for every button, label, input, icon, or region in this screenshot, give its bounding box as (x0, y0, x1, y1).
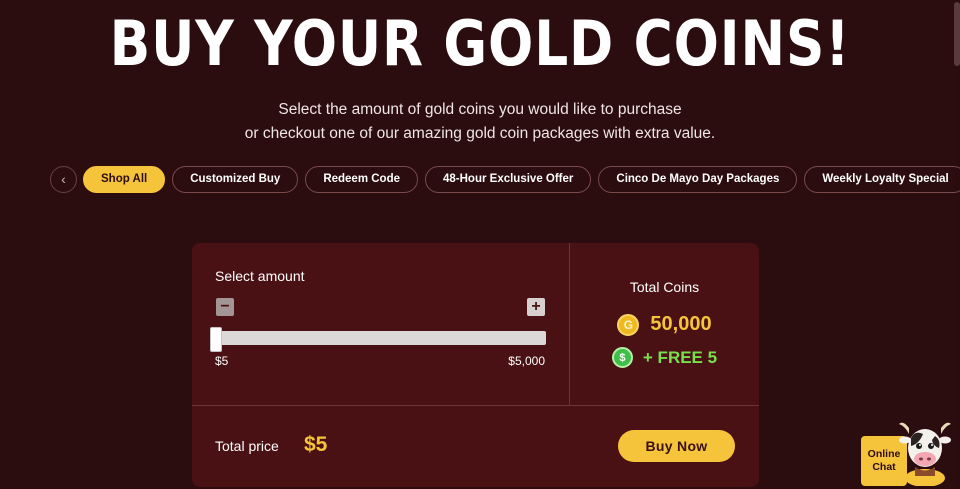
page-subtitle: Select the amount of gold coins you woul… (0, 98, 960, 146)
total-coins-value: 50,000 (650, 313, 712, 335)
tab-48-hour-exclusive-offer[interactable]: 48-Hour Exclusive Offer (425, 165, 592, 193)
buy-now-button[interactable]: Buy Now (618, 430, 735, 462)
decrease-amount-button[interactable]: − (216, 298, 234, 316)
total-coins-title: Total Coins (629, 279, 700, 295)
subtitle-line-2: or checkout one of our amazing gold coin… (244, 125, 716, 142)
card-divider-horizontal (192, 405, 759, 406)
slider-min-label: $5 (215, 354, 229, 368)
page-title: BUY YOUR GOLD COINS! (109, 7, 851, 80)
package-tabs: ‹ Shop All Customized Buy Redeem Code 48… (50, 165, 960, 193)
free-bonus-row: $ + FREE 5 (570, 347, 759, 368)
subtitle-line-1: Select the amount of gold coins you woul… (278, 101, 682, 118)
amount-slider-track[interactable] (216, 331, 546, 345)
page-scrollbar[interactable] (954, 0, 960, 489)
increase-amount-button[interactable]: + (527, 298, 545, 316)
chevron-left-icon: ‹ (61, 171, 66, 187)
gold-coin-icon: G (617, 313, 640, 336)
free-bonus-value: + FREE 5 (642, 347, 718, 367)
plus-icon: + (531, 298, 541, 315)
total-price-value: $5 (304, 433, 328, 456)
chat-label-line-2: Chat (872, 461, 896, 473)
tab-cinco-de-mayo-packages[interactable]: Cinco De Mayo Day Packages (598, 165, 798, 193)
total-price-label: Total price (215, 438, 279, 454)
tab-shop-all[interactable]: Shop All (83, 165, 166, 193)
select-amount-label: Select amount (215, 268, 305, 284)
online-chat-widget[interactable]: Online Chat (861, 418, 957, 486)
amount-slider-handle[interactable] (210, 327, 222, 352)
sweeps-cash-icon: $ (611, 347, 633, 368)
purchase-card: Select amount − + $5 $5,000 Total Coins … (192, 243, 759, 487)
cow-mascot-icon (899, 422, 951, 486)
total-coins-row: G 50,000 (570, 313, 759, 336)
slider-max-label: $5,000 (508, 354, 545, 368)
tabs-prev-button[interactable]: ‹ (50, 165, 77, 193)
scrollbar-thumb[interactable] (954, 2, 960, 66)
tab-redeem-code[interactable]: Redeem Code (305, 165, 418, 193)
tab-weekly-loyalty-special[interactable]: Weekly Loyalty Special (804, 165, 960, 193)
tab-customized-buy[interactable]: Customized Buy (172, 165, 299, 193)
minus-icon: − (220, 298, 230, 315)
